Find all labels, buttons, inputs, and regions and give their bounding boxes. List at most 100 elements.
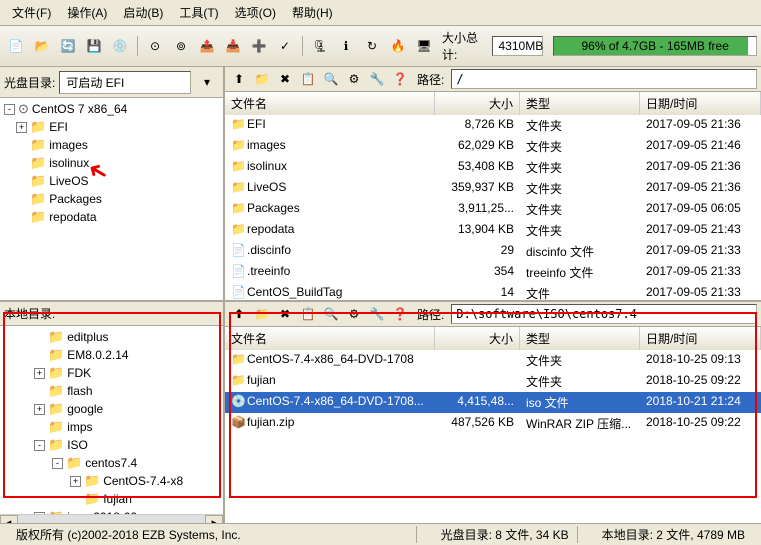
saveas-icon[interactable]: 💿	[108, 34, 132, 58]
tree-item[interactable]: 📁imps	[2, 418, 221, 436]
tree-item[interactable]: 📁fujian	[2, 490, 221, 508]
tree-item[interactable]: 📁Packages	[2, 190, 221, 208]
file-size	[435, 351, 520, 370]
list-row[interactable]: 💿CentOS-7.4-x86_64-DVD-1708... 4,415,48.…	[225, 392, 761, 413]
col-type[interactable]: 类型	[520, 327, 640, 350]
newfile-icon[interactable]: 📋	[298, 69, 318, 89]
mount-icon[interactable]: 📥	[221, 34, 245, 58]
new-icon[interactable]: 📄	[4, 34, 28, 58]
tree-expander[interactable]: -	[4, 104, 15, 115]
dvd-icon[interactable]: ⊚	[169, 34, 193, 58]
tree-expander[interactable]: +	[70, 476, 81, 487]
tree-item[interactable]: +📁CentOS-7.4-x8	[2, 472, 221, 490]
menu-item[interactable]: 帮助(H)	[284, 2, 341, 23]
col-date[interactable]: 日期/时间	[640, 327, 761, 350]
list-row[interactable]: 📁images 62,029 KB 文件夹 2017-09-05 21:46	[225, 136, 761, 157]
find-icon[interactable]: 🔍	[321, 304, 341, 324]
col-type[interactable]: 类型	[520, 92, 640, 115]
view-icon[interactable]: ⚙	[344, 304, 364, 324]
file-size: 13,904 KB	[435, 221, 520, 240]
info-icon[interactable]: ℹ	[334, 34, 358, 58]
list-row[interactable]: 📁fujian 文件夹 2018-10-25 09:22	[225, 371, 761, 392]
view-icon[interactable]: ⚙	[344, 69, 364, 89]
tree-expander[interactable]: +	[34, 368, 45, 379]
save-icon[interactable]: 💾	[82, 34, 106, 58]
tree-item[interactable]: 📁editplus	[2, 328, 221, 346]
list-header[interactable]: 文件名 大小 类型 日期/时间	[225, 92, 761, 115]
list-header[interactable]: 文件名 大小 类型 日期/时间	[225, 327, 761, 350]
col-filename[interactable]: 文件名	[225, 327, 435, 350]
virtual-icon[interactable]: 🖥	[412, 34, 436, 58]
tree-item[interactable]: -⊙CentOS 7 x86_64	[2, 100, 221, 118]
local-file-list[interactable]: 文件名 大小 类型 日期/时间 📁CentOS-7.4-x86_64-DVD-1…	[225, 327, 761, 530]
tree-expander[interactable]: +	[16, 122, 27, 133]
tree-item[interactable]: 📁LiveOS	[2, 172, 221, 190]
refresh-icon[interactable]: 🔄	[56, 34, 80, 58]
tree-item[interactable]: +📁EFI	[2, 118, 221, 136]
path-label: 路径:	[413, 71, 448, 88]
tree-item[interactable]: +📁google	[2, 400, 221, 418]
tree-item[interactable]: -📁ISO	[2, 436, 221, 454]
menu-item[interactable]: 选项(O)	[227, 2, 284, 23]
menu-item[interactable]: 工具(T)	[171, 2, 226, 23]
file-date: 2018-10-25 09:22	[640, 414, 761, 433]
add-icon[interactable]: ➕	[247, 34, 271, 58]
disc-path-input[interactable]	[451, 69, 757, 89]
tree-label: editplus	[67, 330, 108, 344]
menu-item[interactable]: 文件(F)	[4, 2, 59, 23]
boot-type-field[interactable]: 可启动 EFI	[59, 71, 191, 94]
col-filename[interactable]: 文件名	[225, 92, 435, 115]
burn-icon[interactable]: 🔥	[386, 34, 410, 58]
opts-icon[interactable]: 🔧	[367, 304, 387, 324]
list-row[interactable]: 📁repodata 13,904 KB 文件夹 2017-09-05 21:43	[225, 220, 761, 241]
tree-item[interactable]: 📁repodata	[2, 208, 221, 226]
menu-item[interactable]: 操作(A)	[59, 2, 115, 23]
col-size[interactable]: 大小	[435, 92, 520, 115]
list-row[interactable]: 📄.treeinfo 354 treeinfo 文件 2017-09-05 21…	[225, 262, 761, 283]
find-icon[interactable]: 🔍	[321, 69, 341, 89]
list-row[interactable]: 📁isolinux 53,408 KB 文件夹 2017-09-05 21:36	[225, 157, 761, 178]
col-date[interactable]: 日期/时间	[640, 92, 761, 115]
folder-icon: 📁	[30, 155, 46, 171]
disc-file-list[interactable]: 文件名 大小 类型 日期/时间 📁EFI 8,726 KB 文件夹 2017-0…	[225, 92, 761, 300]
delete-icon[interactable]: ✖	[275, 69, 295, 89]
reload-icon[interactable]: ↻	[360, 34, 384, 58]
new-folder-icon[interactable]: 📁	[252, 69, 272, 89]
up-icon[interactable]: ⬆	[229, 304, 249, 324]
tree-expander[interactable]: -	[52, 458, 63, 469]
disc-tree[interactable]: -⊙CentOS 7 x86_64+📁EFI📁images📁isolinux📁L…	[0, 98, 223, 300]
local-tree[interactable]: 📁editplus📁EM8.0.2.14+📁FDK📁flash+📁google📁…	[0, 326, 223, 514]
delete-icon[interactable]: ✖	[275, 304, 295, 324]
menu-item[interactable]: 启动(B)	[115, 2, 171, 23]
tree-item[interactable]: 📁isolinux	[2, 154, 221, 172]
tree-item[interactable]: 📁flash	[2, 382, 221, 400]
checksum-icon[interactable]: ✓	[273, 34, 297, 58]
file-type-icon: 📦	[231, 415, 247, 429]
boot-opts-icon[interactable]: ▾	[195, 70, 219, 94]
list-row[interactable]: 📁Packages 3,911,25... 文件夹 2017-09-05 06:…	[225, 199, 761, 220]
up-icon[interactable]: ⬆	[229, 69, 249, 89]
open-icon[interactable]: 📂	[30, 34, 54, 58]
copy-icon[interactable]: 📋	[298, 304, 318, 324]
tree-expander[interactable]: +	[34, 404, 45, 415]
list-row[interactable]: 📁EFI 8,726 KB 文件夹 2017-09-05 21:36	[225, 115, 761, 136]
compress-icon[interactable]: 🗜	[308, 34, 332, 58]
help-icon[interactable]: ❓	[390, 304, 410, 324]
list-row[interactable]: 📄CentOS_BuildTag 14 文件 2017-09-05 21:33	[225, 283, 761, 300]
list-row[interactable]: 📁CentOS-7.4-x86_64-DVD-1708 文件夹 2018-10-…	[225, 350, 761, 371]
tree-item[interactable]: 📁images	[2, 136, 221, 154]
help-icon[interactable]: ❓	[390, 69, 410, 89]
list-row[interactable]: 📁LiveOS 359,937 KB 文件夹 2017-09-05 21:36	[225, 178, 761, 199]
tree-item[interactable]: +📁FDK	[2, 364, 221, 382]
cd-icon[interactable]: ⊙	[143, 34, 167, 58]
col-size[interactable]: 大小	[435, 327, 520, 350]
tree-item[interactable]: -📁centos7.4	[2, 454, 221, 472]
list-row[interactable]: 📄.discinfo 29 discinfo 文件 2017-09-05 21:…	[225, 241, 761, 262]
local-path-input[interactable]	[451, 304, 757, 324]
new-folder-icon[interactable]: 📁	[252, 304, 272, 324]
tree-item[interactable]: 📁EM8.0.2.14	[2, 346, 221, 364]
list-row[interactable]: 📦fujian.zip 487,526 KB WinRAR ZIP 压缩... …	[225, 413, 761, 434]
tree-expander[interactable]: -	[34, 440, 45, 451]
extract-icon[interactable]: 📤	[195, 34, 219, 58]
opts-icon[interactable]: 🔧	[367, 69, 387, 89]
